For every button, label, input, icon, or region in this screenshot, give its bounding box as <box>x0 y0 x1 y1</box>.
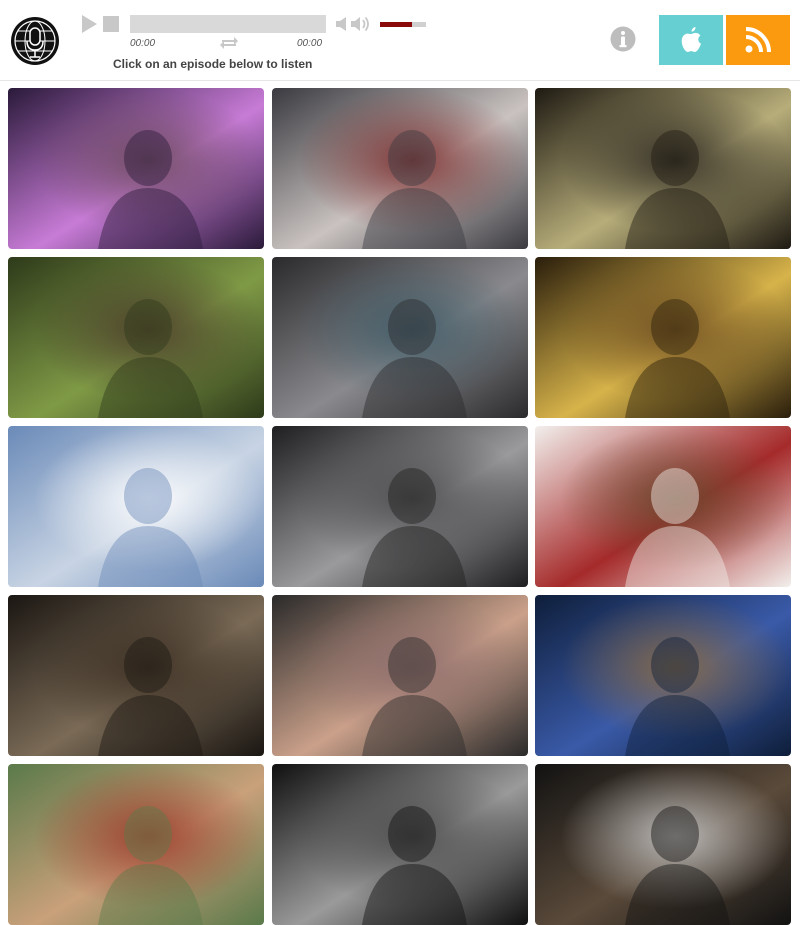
episode-thumbnail-two-women-portrait[interactable] <box>8 764 264 925</box>
thumbnail-image <box>535 88 791 249</box>
episode-thumbnail-woman-bw-portrait[interactable] <box>272 764 528 925</box>
thumbnail-image <box>8 764 264 925</box>
listen-hint: Click on an episode below to listen <box>113 57 313 71</box>
rss-icon <box>745 27 771 53</box>
episode-thumbnail-dark-room-screen[interactable] <box>535 764 791 925</box>
volume-mute-icon[interactable] <box>335 16 347 32</box>
time-current: 00:00 <box>130 38 156 49</box>
volume-up-icon[interactable] <box>350 15 370 33</box>
episode-thumbnail-singer-sepia[interactable] <box>535 88 791 249</box>
episode-thumbnail-guitarist-blue-stage[interactable] <box>535 595 791 756</box>
seek-bar[interactable] <box>130 15 326 33</box>
episode-thumbnail-man-with-oar[interactable] <box>535 426 791 587</box>
thumbnail-image <box>8 595 264 756</box>
play-icon[interactable] <box>80 14 98 34</box>
thumbnail-image <box>535 257 791 418</box>
thumbnail-image <box>272 88 528 249</box>
episode-thumbnail-malaysia-airplane[interactable] <box>8 426 264 587</box>
thumbnail-image <box>535 426 791 587</box>
thumbnail-image <box>535 764 791 925</box>
thumbnail-image <box>272 426 528 587</box>
episode-thumbnail-film-crew-warehouse[interactable] <box>272 426 528 587</box>
episode-thumbnail-man-dark-portrait[interactable] <box>8 595 264 756</box>
thumbnail-image <box>272 764 528 925</box>
thumbnail-image <box>272 595 528 756</box>
episode-thumbnail-man-with-snake-jungle[interactable] <box>8 257 264 418</box>
episode-grid <box>0 0 800 925</box>
apple-icon <box>681 27 701 52</box>
apple-podcast-button[interactable] <box>659 15 723 65</box>
time-total: 00:00 <box>297 38 323 49</box>
loop-icon[interactable] <box>219 35 239 51</box>
thumbnail-image <box>8 88 264 249</box>
volume-fill <box>380 22 413 27</box>
thumbnail-image <box>8 426 264 587</box>
globe-microphone-icon[interactable] <box>10 16 60 66</box>
thumbnail-image <box>8 257 264 418</box>
thumbnail-image <box>535 595 791 756</box>
episode-thumbnail-drummer-gold[interactable] <box>535 257 791 418</box>
episode-thumbnail-studio-with-lights[interactable] <box>272 595 528 756</box>
episode-thumbnail-three-people-studio[interactable] <box>272 88 528 249</box>
info-icon[interactable] <box>610 26 636 52</box>
player-header: 00:00 00:00 Click on an episode below to… <box>0 0 800 81</box>
stop-icon[interactable] <box>103 16 119 32</box>
rss-feed-button[interactable] <box>726 15 790 65</box>
thumbnail-image <box>272 257 528 418</box>
episode-thumbnail-stage-tent-guitarist[interactable] <box>8 88 264 249</box>
episode-thumbnail-singer-workshop[interactable] <box>272 257 528 418</box>
volume-slider[interactable] <box>380 22 426 27</box>
